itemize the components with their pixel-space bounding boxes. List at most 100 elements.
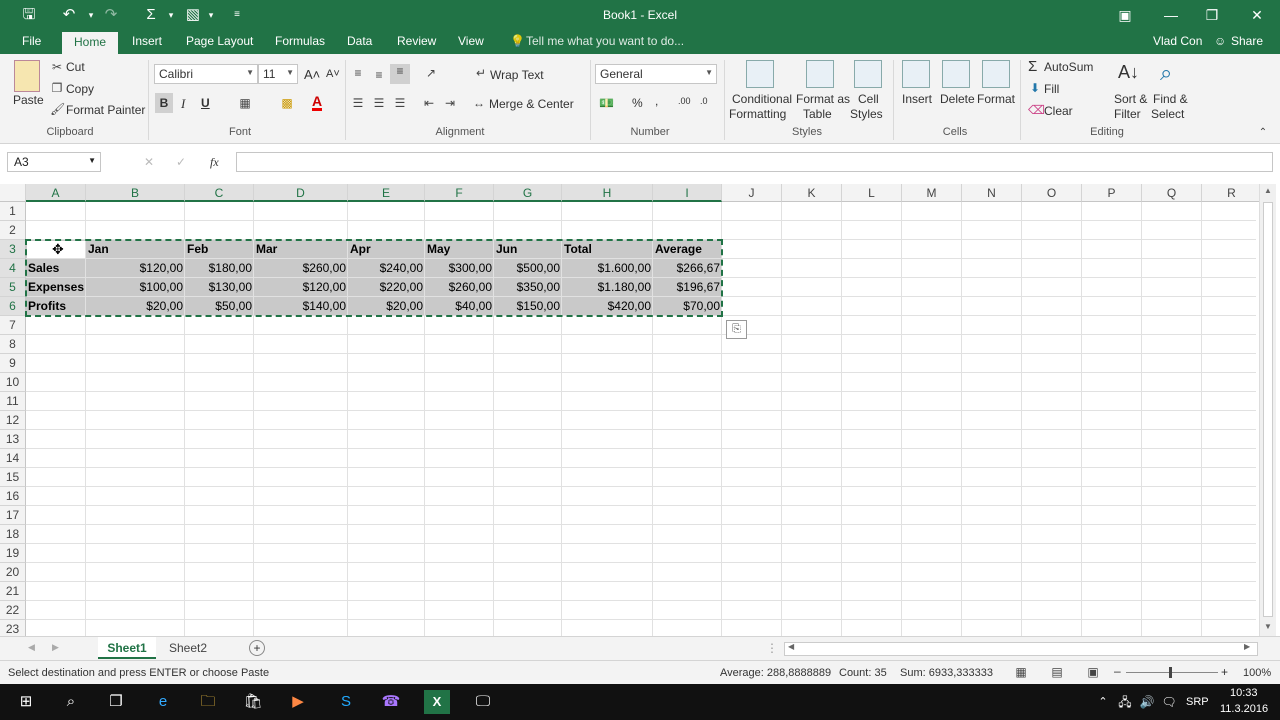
- delete-cells-button[interactable]: Delete: [940, 92, 975, 106]
- notifications-icon[interactable]: 🗨: [1156, 690, 1182, 714]
- percent-style-icon[interactable]: %: [632, 96, 643, 110]
- accounting-format-icon[interactable]: 💵: [599, 96, 614, 110]
- excel-taskbar-icon[interactable]: X: [424, 690, 450, 714]
- format-painter-button[interactable]: Format Painter: [66, 103, 145, 117]
- row-header-2[interactable]: 2: [0, 221, 26, 240]
- font-color-icon[interactable]: A: [312, 94, 323, 111]
- find-select-line2[interactable]: Select: [1151, 107, 1184, 121]
- presentation-icon[interactable]: 🖵: [470, 690, 496, 714]
- horizontal-scrollbar[interactable]: [784, 642, 1258, 656]
- row-header-17[interactable]: 17: [0, 506, 26, 525]
- restore-icon[interactable]: ❐: [1189, 0, 1235, 30]
- tab-home[interactable]: Home: [62, 32, 119, 54]
- column-header-d[interactable]: D: [254, 184, 348, 202]
- column-header-q[interactable]: Q: [1142, 184, 1202, 202]
- row-header-21[interactable]: 21: [0, 582, 26, 601]
- decrease-indent-icon[interactable]: ⇤: [422, 96, 436, 110]
- search-icon[interactable]: ⌕: [58, 690, 84, 714]
- conditional-formatting-line1[interactable]: Conditional: [732, 92, 792, 106]
- start-icon[interactable]: ⊞: [13, 690, 39, 714]
- row-header-10[interactable]: 10: [0, 373, 26, 392]
- align-center-icon[interactable]: ☰: [372, 96, 386, 110]
- column-header-f[interactable]: F: [425, 184, 494, 202]
- format-cells-button[interactable]: Format: [977, 92, 1015, 106]
- row-header-12[interactable]: 12: [0, 411, 26, 430]
- row-header-15[interactable]: 15: [0, 468, 26, 487]
- column-header-p[interactable]: P: [1082, 184, 1142, 202]
- cut-button[interactable]: Cut: [66, 60, 85, 74]
- decrease-font-icon[interactable]: A˅: [326, 68, 340, 80]
- clock-date[interactable]: 11.3.2016: [1220, 703, 1268, 715]
- paste-button[interactable]: Paste: [13, 93, 44, 107]
- sheet-prev-icon[interactable]: ◀: [28, 642, 35, 653]
- column-header-b[interactable]: B: [86, 184, 185, 202]
- row-header-22[interactable]: 22: [0, 601, 26, 620]
- column-header-h[interactable]: H: [562, 184, 653, 202]
- cancel-icon[interactable]: ✕: [144, 155, 154, 169]
- sheet-next-icon[interactable]: ▶: [52, 642, 59, 653]
- status-average[interactable]: Average: 288,8888889: [720, 667, 831, 679]
- scroll-up-icon[interactable]: ▲: [1264, 186, 1272, 195]
- share-icon[interactable]: ☺: [1214, 34, 1226, 48]
- align-left-icon[interactable]: ☰: [351, 96, 365, 110]
- tell-me-input[interactable]: Tell me what you want to do...: [526, 34, 684, 48]
- borders-icon[interactable]: ▦: [238, 96, 252, 110]
- align-bottom-icon[interactable]: ≡: [390, 64, 410, 84]
- user-name[interactable]: Vlad Con: [1153, 34, 1202, 48]
- share-button[interactable]: Share: [1231, 34, 1263, 48]
- scroll-left-icon[interactable]: ◀: [788, 642, 794, 651]
- cell-styles-line1[interactable]: Cell: [858, 92, 879, 106]
- format-as-table-line2[interactable]: Table: [803, 107, 832, 121]
- row-header-20[interactable]: 20: [0, 563, 26, 582]
- new-sheet-icon[interactable]: +: [249, 640, 265, 656]
- zoom-in-icon[interactable]: +: [1221, 665, 1228, 679]
- store-icon[interactable]: 🛍: [240, 690, 266, 714]
- tab-split-icon[interactable]: ⋮: [766, 641, 778, 655]
- increase-indent-icon[interactable]: ⇥: [443, 96, 457, 110]
- row-header-16[interactable]: 16: [0, 487, 26, 506]
- row-header-4[interactable]: 4: [0, 259, 26, 278]
- row-header-11[interactable]: 11: [0, 392, 26, 411]
- page-layout-view-icon[interactable]: ▤: [1050, 665, 1064, 679]
- tab-page-layout[interactable]: Page Layout: [186, 34, 253, 48]
- row-header-8[interactable]: 8: [0, 335, 26, 354]
- italic-button[interactable]: I: [181, 96, 185, 112]
- column-header-n[interactable]: N: [962, 184, 1022, 202]
- fill-button[interactable]: Fill: [1044, 82, 1059, 96]
- tab-view[interactable]: View: [458, 34, 484, 48]
- normal-view-icon[interactable]: ▦: [1014, 665, 1028, 679]
- column-header-j[interactable]: J: [722, 184, 782, 202]
- align-right-icon[interactable]: ☰: [393, 96, 407, 110]
- sheet-tab-sheet1[interactable]: Sheet1: [98, 637, 156, 659]
- merge-center-button[interactable]: Merge & Center: [489, 97, 574, 111]
- row-header-1[interactable]: 1: [0, 202, 26, 221]
- wrap-text-button[interactable]: Wrap Text: [490, 68, 544, 82]
- clock-time[interactable]: 10:33: [1230, 687, 1258, 699]
- column-header-g[interactable]: G: [494, 184, 562, 202]
- row-header-5[interactable]: 5: [0, 278, 26, 297]
- paste-icon[interactable]: [14, 60, 40, 92]
- tab-formulas[interactable]: Formulas: [275, 34, 325, 48]
- select-all-corner[interactable]: [0, 184, 26, 202]
- sort-filter-line1[interactable]: Sort &: [1114, 92, 1147, 106]
- underline-button[interactable]: U: [201, 96, 210, 110]
- column-header-a[interactable]: A: [26, 184, 86, 202]
- tab-insert[interactable]: Insert: [132, 34, 162, 48]
- format-as-table-line1[interactable]: Format as: [796, 92, 850, 106]
- zoom-level[interactable]: 100%: [1243, 667, 1271, 679]
- conditional-formatting-line2[interactable]: Formatting: [729, 107, 786, 121]
- column-header-l[interactable]: L: [842, 184, 902, 202]
- comma-style-icon[interactable]: ,: [655, 94, 658, 108]
- bold-button[interactable]: B: [155, 93, 173, 113]
- scroll-thumb[interactable]: [1263, 202, 1273, 617]
- column-header-r[interactable]: R: [1202, 184, 1262, 202]
- row-header-9[interactable]: 9: [0, 354, 26, 373]
- close-icon[interactable]: ✕: [1234, 0, 1280, 30]
- row-header-3[interactable]: 3: [0, 240, 26, 259]
- ribbon-display-icon[interactable]: ▣: [1102, 0, 1148, 30]
- tab-review[interactable]: Review: [397, 34, 436, 48]
- font-name-select[interactable]: Calibri ▼: [154, 64, 258, 84]
- minimize-icon[interactable]: —: [1148, 0, 1194, 30]
- row-header-7[interactable]: 7: [0, 316, 26, 335]
- orientation-icon[interactable]: ↗: [424, 66, 438, 80]
